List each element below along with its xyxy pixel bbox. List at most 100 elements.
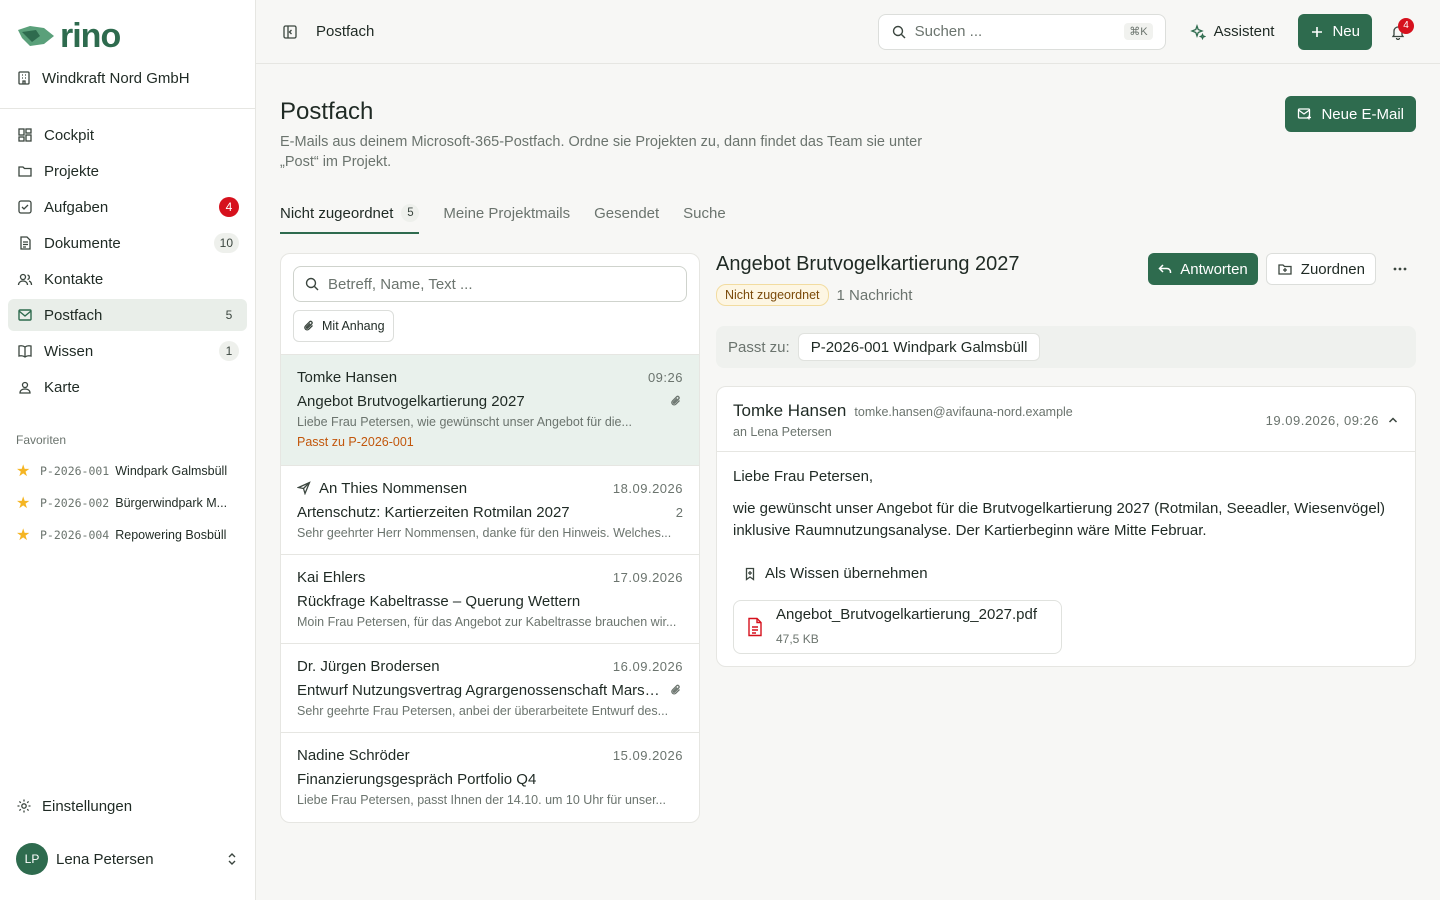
compose-mail-icon xyxy=(1298,108,1312,120)
org-switcher[interactable]: Windkraft Nord GmbH xyxy=(0,60,255,96)
inbox-badge: 5 xyxy=(225,308,233,322)
mail-sender: Nadine Schröder xyxy=(297,746,410,764)
notifications-button[interactable]: 4 xyxy=(1380,14,1416,50)
mail-detail: Angebot Brutvogelkartierung 2027 Nicht z… xyxy=(716,253,1416,823)
content: Postfach E-Mails aus deinem Microsoft-36… xyxy=(256,64,1440,900)
favorite-code: P-2026-001 xyxy=(40,464,110,478)
with-attachment-filter[interactable]: Mit Anhang xyxy=(293,310,394,342)
page-subtitle: E-Mails aus deinem Microsoft-365-Postfac… xyxy=(280,134,923,170)
assign-label: Zuordnen xyxy=(1300,260,1365,278)
nav-item-kontakte[interactable]: Kontakte xyxy=(8,263,247,295)
save-as-knowledge-button[interactable]: Als Wissen übernehmen xyxy=(733,558,938,590)
suggested-project-chip[interactable]: P-2026-001 Windpark Galmsbüll xyxy=(797,333,1041,361)
reply-button[interactable]: Antworten xyxy=(1148,253,1258,285)
tab-suche[interactable]: Suche xyxy=(683,198,726,234)
favorite-name: Bürgerwindpark M... xyxy=(115,496,228,510)
favorite-item[interactable]: ★ P-2026-004 Repowering Bosbüll xyxy=(0,519,255,551)
tab-label: Meine Projektmails xyxy=(443,204,571,222)
assistant-label: Assistent xyxy=(1213,23,1275,40)
nav-item-label: Wissen xyxy=(44,342,94,360)
message-date: 19.09.2026, 09:26 xyxy=(1265,412,1379,428)
nav-item-cockpit[interactable]: Cockpit xyxy=(8,119,247,151)
attachment-name: Angebot_Brutvogelkartierung_2027.pdf xyxy=(776,606,1038,623)
mail-preview: Sehr geehrter Herr Nommensen, danke für … xyxy=(297,526,672,540)
settings-link[interactable]: Einstellungen xyxy=(0,790,255,822)
topbar: Postfach Suchen ... ⌘K Assistent Neu 4 xyxy=(256,0,1440,64)
nav-item-label: Kontakte xyxy=(44,270,104,288)
mail-sender: Kai Ehlers xyxy=(297,568,366,586)
nav-item-projekte[interactable]: Projekte xyxy=(8,155,247,187)
message-card: Tomke Hansen tomke.hansen@avifauna-nord.… xyxy=(716,386,1416,667)
panel-left-icon xyxy=(283,24,297,39)
avatar: LP xyxy=(16,843,48,875)
mail-subject: Angebot Brutvogelkartierung 2027 xyxy=(297,392,525,410)
favorite-item[interactable]: ★ P-2026-001 Windpark Galmsbüll xyxy=(0,455,255,487)
mail-date: 17.09.2026 xyxy=(612,569,683,585)
main-nav: Cockpit Projekte Aufgaben 4 Dokumente 10… xyxy=(0,109,255,407)
bookmark-icon xyxy=(745,567,755,581)
thread-count: 2 xyxy=(675,504,683,520)
attachment-size: 47,5 KB xyxy=(776,632,819,646)
mail-list-item[interactable]: An Thies Nommensen 18.09.2026 Artenschut… xyxy=(281,466,699,555)
settings-label: Einstellungen xyxy=(42,797,133,815)
paperclip-icon xyxy=(671,684,680,695)
page-header: Postfach E-Mails aus deinem Microsoft-36… xyxy=(280,64,1416,172)
logo[interactable]: rino xyxy=(0,0,255,56)
new-email-button[interactable]: Neue E-Mail xyxy=(1285,96,1416,132)
sidebar-toggle-button[interactable] xyxy=(280,22,300,42)
sidebar-footer: Einstellungen LP Lena Petersen xyxy=(0,790,255,900)
mail-search-placeholder: Betreff, Name, Text ... xyxy=(328,275,473,293)
sparkle-icon xyxy=(1189,23,1206,40)
mail-preview: Sehr geehrte Frau Petersen, anbei der üb… xyxy=(297,704,669,718)
user-name: Lena Petersen xyxy=(56,850,154,868)
new-button-label: Neu xyxy=(1332,23,1360,40)
attachment-card[interactable]: Angebot_Brutvogelkartierung_2027.pdf 47,… xyxy=(733,600,1062,654)
favorite-item[interactable]: ★ P-2026-002 Bürgerwindpark M... xyxy=(0,487,255,519)
sidebar: rino Windkraft Nord GmbH Cockpit Projekt… xyxy=(0,0,256,900)
nav-item-karte[interactable]: Karte xyxy=(8,371,247,403)
mail-list-item[interactable]: Dr. Jürgen Brodersen 16.09.2026 Entwurf … xyxy=(281,644,699,733)
message-header[interactable]: Tomke Hansen tomke.hansen@avifauna-nord.… xyxy=(717,387,1415,452)
grid-icon xyxy=(16,126,34,144)
assign-button[interactable]: Zuordnen xyxy=(1265,253,1376,285)
new-button[interactable]: Neu xyxy=(1298,13,1372,50)
pdf-file-icon xyxy=(748,617,762,637)
nav-item-label: Cockpit xyxy=(44,126,95,144)
notification-count: 4 xyxy=(1398,17,1414,34)
nav-item-aufgaben[interactable]: Aufgaben 4 xyxy=(8,191,247,223)
nav-item-postfach[interactable]: Postfach 5 xyxy=(8,299,247,331)
global-search-input[interactable]: Suchen ... ⌘K xyxy=(877,13,1166,50)
favorite-code: P-2026-004 xyxy=(40,528,110,542)
mail-preview: Moin Frau Petersen, für das Angebot zur … xyxy=(297,615,677,629)
tab-gesendet[interactable]: Gesendet xyxy=(594,198,659,234)
star-icon: ★ xyxy=(16,527,31,544)
nav-item-wissen[interactable]: Wissen 1 xyxy=(8,335,247,367)
mail-subject: Finanzierungsgespräch Portfolio Q4 xyxy=(297,770,537,788)
mail-search-input[interactable]: Betreff, Name, Text ... xyxy=(293,266,687,302)
search-shortcut: ⌘K xyxy=(1124,23,1153,40)
more-options-button[interactable] xyxy=(1384,253,1416,285)
checkbox-icon xyxy=(16,198,34,216)
tab-nicht-zugeordnet[interactable]: Nicht zugeordnet 5 xyxy=(280,198,420,234)
tab-count: 5 xyxy=(401,204,420,222)
message-sender-email: tomke.hansen@avifauna-nord.example xyxy=(854,405,1073,419)
user-menu[interactable]: LP Lena Petersen xyxy=(0,834,255,884)
mail-subject: Entwurf Nutzungsvertrag Agrargenossensch… xyxy=(297,681,667,699)
nav-item-dokumente[interactable]: Dokumente 10 xyxy=(8,227,247,259)
save-as-knowledge-label: Als Wissen übernehmen xyxy=(765,565,928,582)
tab-meine-projektmails[interactable]: Meine Projektmails xyxy=(443,198,570,234)
assistant-button[interactable]: Assistent xyxy=(1182,14,1283,50)
favorite-code: P-2026-002 xyxy=(40,496,110,510)
message-recipient: an Lena Petersen xyxy=(733,425,832,439)
chevron-up-down-icon xyxy=(228,853,236,865)
send-icon xyxy=(297,481,311,495)
mail-list-item[interactable]: Nadine Schröder 15.09.2026 Finanzierungs… xyxy=(281,733,699,822)
mail-date: 09:26 xyxy=(647,369,683,385)
mail-list-item[interactable]: Tomke Hansen 09:26 Angebot Brutvogelkart… xyxy=(281,355,699,466)
more-horizontal-icon xyxy=(1393,267,1407,271)
tab-label: Gesendet xyxy=(594,204,660,222)
mail-list-item[interactable]: Kai Ehlers 17.09.2026 Rückfrage Kabeltra… xyxy=(281,555,699,644)
mail-date: 15.09.2026 xyxy=(612,747,683,763)
chevron-up-icon[interactable] xyxy=(1387,414,1399,426)
thread-title: Angebot Brutvogelkartierung 2027 xyxy=(716,253,1020,275)
